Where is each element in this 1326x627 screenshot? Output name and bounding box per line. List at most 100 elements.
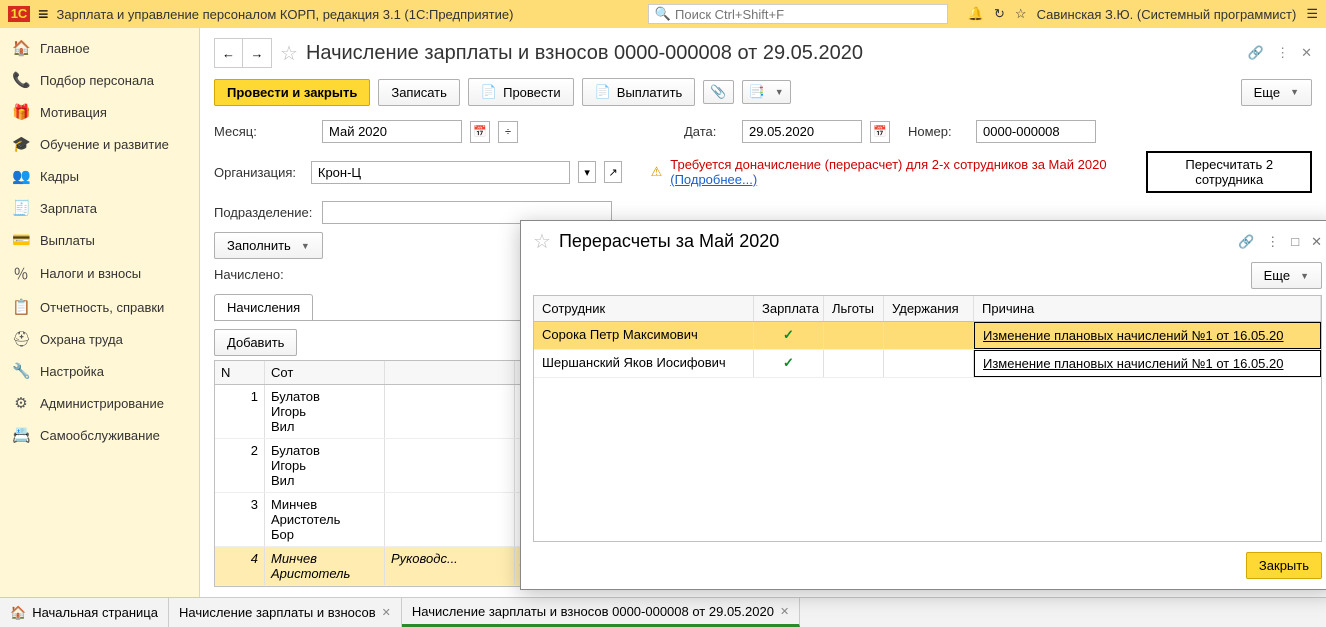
sidebar-item-recruit[interactable]: 📞 Подбор персонала [0, 64, 199, 96]
col-ded: Удержания [884, 296, 974, 321]
home-icon: 🏠 [12, 39, 30, 57]
date-input[interactable] [742, 120, 862, 143]
number-input[interactable] [976, 120, 1096, 143]
sidebar-item-training[interactable]: 🎓 Обучение и развитие [0, 128, 199, 160]
number-label: Номер: [908, 124, 968, 139]
nav-forward-button[interactable]: → [243, 39, 271, 67]
main-area: ← → ☆ Начисление зарплаты и взносов 0000… [200, 28, 1326, 597]
stepper-icon[interactable]: ÷ [498, 121, 518, 143]
check-icon: ✓ [754, 350, 824, 377]
home-icon: 🏠 [10, 605, 26, 621]
post-icon: 📄 [481, 84, 497, 100]
logo-1c: 1С [8, 5, 30, 23]
add-button[interactable]: Добавить [214, 329, 297, 356]
col-emp: Сот [265, 361, 385, 384]
sidebar-item-label: Охрана труда [40, 332, 123, 347]
close-icon[interactable]: ✕ [1311, 234, 1322, 250]
graduation-icon: 🎓 [12, 135, 30, 153]
calendar-icon[interactable]: 📅 [470, 121, 490, 143]
sidebar-item-label: Выплаты [40, 233, 95, 248]
sidebar-item-selfservice[interactable]: 📇Самообслуживание [0, 419, 199, 451]
clipboard-icon: 📋 [12, 298, 30, 316]
close-icon[interactable]: ✕ [1301, 45, 1312, 61]
bottom-tab-doc[interactable]: Начисление зарплаты и взносов 0000-00000… [402, 598, 800, 627]
search-input[interactable] [675, 7, 941, 22]
settings-icon[interactable]: ☰ [1306, 6, 1318, 22]
menu-icon[interactable]: ≡ [38, 4, 49, 25]
month-label: Месяц: [214, 124, 314, 139]
post-button[interactable]: 📄Провести [468, 78, 574, 106]
kebab-icon[interactable]: ⋮ [1276, 45, 1289, 61]
nav-back-button[interactable]: ← [215, 39, 243, 67]
reason-link[interactable]: Изменение плановых начислений №1 от 16.0… [974, 350, 1321, 377]
sidebar-item-label: Администрирование [40, 396, 164, 411]
gift-icon: 🎁 [12, 103, 30, 121]
dep-label: Подразделение: [214, 205, 314, 220]
people-icon: 👥 [12, 167, 30, 185]
close-icon[interactable]: ✕ [382, 606, 391, 619]
phone-icon: 📞 [12, 71, 30, 89]
table-row[interactable]: Сорока Петр Максимович ✓ Изменение плано… [534, 322, 1321, 350]
bell-icon[interactable]: 🔔 [968, 6, 984, 22]
sidebar-item-admin[interactable]: ⚙ Администрирование [0, 387, 199, 419]
sidebar-item-payments[interactable]: 💳Выплаты [0, 224, 199, 256]
month-input[interactable] [322, 120, 462, 143]
bottom-tab-list[interactable]: Начисление зарплаты и взносов✕ [169, 598, 402, 627]
kebab-icon[interactable]: ⋮ [1266, 234, 1279, 250]
warning-link[interactable]: (Подробнее...) [670, 172, 757, 187]
close-button[interactable]: Закрыть [1246, 552, 1322, 579]
sidebar-item-safety[interactable]: ⛑ Охрана труда [0, 323, 199, 355]
close-icon[interactable]: ✕ [780, 605, 789, 618]
star-icon[interactable]: ☆ [1015, 6, 1027, 22]
tab-accruals[interactable]: Начисления [214, 294, 313, 320]
modal-title: Перерасчеты за Май 2020 [559, 231, 779, 252]
sidebar-item-label: Самообслуживание [40, 428, 160, 443]
gear-icon: ⚙ [12, 394, 30, 412]
sidebar-item-label: Настройка [40, 364, 104, 379]
sidebar-item-taxes[interactable]: ％Налоги и взносы [0, 256, 199, 291]
attach-button[interactable]: 📎 [703, 80, 733, 104]
org-input[interactable] [311, 161, 570, 184]
post-and-close-button[interactable]: Провести и закрыть [214, 79, 370, 106]
print-button[interactable]: 📑 [742, 80, 791, 104]
recalc-grid[interactable]: Сотрудник Зарплата Льготы Удержания Прич… [533, 295, 1322, 542]
warning-icon: ⚠ [651, 164, 663, 180]
sidebar-item-label: Обучение и развитие [40, 137, 169, 152]
sidebar-item-label: Налоги и взносы [40, 266, 141, 281]
table-row[interactable]: Шершанский Яков Иосифович ✓ Изменение пл… [534, 350, 1321, 378]
sidebar-item-label: Зарплата [40, 201, 97, 216]
fill-button[interactable]: Заполнить [214, 232, 323, 259]
sidebar-item-label: Отчетность, справки [40, 300, 164, 315]
sidebar-item-reports[interactable]: 📋 Отчетность, справки [0, 291, 199, 323]
helmet-icon: ⛑ [12, 330, 30, 348]
sidebar-item-label: Мотивация [40, 105, 107, 120]
maximize-icon[interactable]: □ [1291, 234, 1299, 250]
reason-link[interactable]: Изменение плановых начислений №1 от 16.0… [974, 322, 1321, 349]
recalculate-button[interactable]: Пересчитать 2 сотрудника [1146, 151, 1312, 193]
sidebar-item-label: Кадры [40, 169, 79, 184]
open-icon[interactable]: ↗ [604, 161, 622, 183]
favorite-icon[interactable]: ☆ [533, 229, 551, 254]
col-ben: Льготы [824, 296, 884, 321]
pay-button[interactable]: 📄Выплатить [582, 78, 696, 106]
calendar-icon[interactable]: 📅 [870, 121, 890, 143]
user-name[interactable]: Савинская З.Ю. (Системный программист) [1037, 7, 1297, 22]
col-sal: Зарплата [754, 296, 824, 321]
receipt-icon: 🧾 [12, 199, 30, 217]
global-search[interactable]: 🔍 [648, 4, 948, 24]
sidebar-item-main[interactable]: 🏠Главное [0, 32, 199, 64]
link-icon[interactable]: 🔗 [1248, 45, 1264, 61]
write-button[interactable]: Записать [378, 79, 460, 106]
dropdown-icon[interactable]: ▾ [578, 161, 596, 183]
history-icon[interactable]: ↻ [994, 6, 1005, 22]
sidebar-item-motivation[interactable]: 🎁 Мотивация [0, 96, 199, 128]
sidebar-item-label: Подбор персонала [40, 73, 154, 88]
sidebar-item-hr[interactable]: 👥 Кадры [0, 160, 199, 192]
sidebar-item-settings[interactable]: 🔧Настройка [0, 355, 199, 387]
more-button[interactable]: Еще [1241, 79, 1312, 106]
sidebar-item-salary[interactable]: 🧾 Зарплата [0, 192, 199, 224]
bottom-tab-home[interactable]: 🏠Начальная страница [0, 598, 169, 627]
favorite-icon[interactable]: ☆ [280, 41, 298, 66]
link-icon[interactable]: 🔗 [1238, 234, 1254, 250]
modal-more-button[interactable]: Еще [1251, 262, 1322, 289]
